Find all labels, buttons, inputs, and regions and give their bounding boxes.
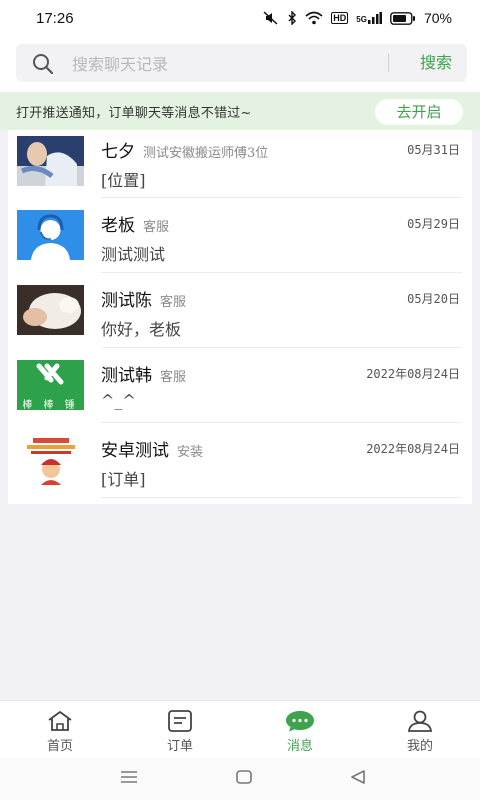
conversation-item[interactable]: 测试陈 客服 05月20日 你好，老板 (8, 273, 472, 348)
conversation-item[interactable]: 棒 棒 锤 测试韩 客服 2022年08月24日 ^_^ (8, 348, 472, 423)
avatar (17, 210, 84, 260)
status-icons: HD 5G 70% (263, 10, 452, 26)
hd-icon: HD (331, 12, 349, 24)
divider (101, 497, 462, 498)
conversation-message: [订单] (101, 470, 146, 489)
conversation-tag: 测试安徽搬运师傅3位 (143, 146, 269, 161)
nav-messages-label: 消息 (286, 739, 313, 754)
conversation-time: 2022年08月24日 (366, 367, 460, 381)
conversation-list: 七夕 测试安徽搬运师傅3位 05月31日 [位置] 老板 客服 05月29日 测试测… (8, 130, 472, 504)
conversation-name-text: 安卓测试 (101, 441, 169, 461)
conversation-name: 安卓测试 安装 (101, 436, 203, 461)
conversation-name-text: 测试陈 (101, 291, 152, 311)
search-icon (32, 53, 54, 79)
conversation-time: 2022年08月24日 (366, 442, 460, 456)
search-box: 搜索 (16, 44, 467, 82)
conversation-time: 05月20日 (407, 292, 460, 306)
mute-icon (263, 11, 279, 25)
avatar: 棒 棒 锤 (17, 360, 84, 410)
logo-text: 棒 棒 锤 (22, 400, 79, 410)
conversation-name: 七夕 测试安徽搬运师傅3位 (101, 137, 268, 162)
conversation-name: 老板 客服 (101, 211, 169, 236)
avatar (17, 435, 84, 485)
nav-orders[interactable]: 订单 (120, 701, 240, 759)
nav-home[interactable]: 首页 (0, 701, 120, 759)
profile-icon (407, 710, 433, 732)
search-button[interactable]: 搜索 (406, 44, 466, 82)
back-icon[interactable] (350, 770, 366, 784)
chat-icon (286, 711, 314, 732)
avatar (17, 136, 84, 186)
system-navigation-bar (0, 758, 480, 800)
nav-profile-label: 我的 (406, 739, 433, 754)
conversation-name-text: 七夕 (101, 142, 135, 162)
conversation-name-text: 测试韩 (101, 366, 152, 386)
signal-label: 5G (356, 15, 367, 24)
conversation-name: 测试陈 客服 (101, 286, 186, 311)
conversation-name: 测试韩 客服 (101, 361, 186, 386)
search-divider (388, 54, 389, 72)
push-notice-text: 打开推送通知，订单聊天等消息不错过~ (16, 106, 252, 121)
conversation-time: 05月31日 (407, 143, 460, 157)
conversation-tag: 安装 (177, 445, 204, 460)
battery-icon (390, 11, 416, 25)
nav-profile[interactable]: 我的 (360, 701, 480, 759)
conversation-item[interactable]: 老板 客服 05月29日 测试测试 (8, 198, 472, 273)
nav-orders-label: 订单 (166, 739, 193, 754)
battery-percent: 70% (423, 10, 452, 26)
conversation-name-text: 老板 (101, 216, 135, 236)
conversation-message: 测试测试 (101, 245, 166, 264)
nav-messages[interactable]: 消息 (240, 701, 360, 759)
bottom-nav: 首页 订单 消息 我的 (0, 700, 480, 759)
conversation-item[interactable]: 安卓测试 安装 2022年08月24日 [订单] (8, 423, 472, 498)
conversation-tag: 客服 (143, 220, 170, 235)
bluetooth-icon (287, 11, 297, 25)
home-square-icon[interactable] (236, 770, 252, 784)
search-input[interactable] (70, 48, 364, 80)
nav-home-label: 首页 (46, 739, 73, 754)
conversation-message: [位置] (101, 171, 146, 190)
order-icon (168, 710, 192, 732)
home-icon (48, 711, 72, 731)
menu-icon[interactable] (120, 770, 138, 784)
conversation-tag: 客服 (160, 295, 187, 310)
avatar (17, 285, 84, 335)
search-area: 搜索 (0, 40, 480, 92)
conversation-message: 你好，老板 (101, 320, 182, 339)
conversation-item[interactable]: 七夕 测试安徽搬运师傅3位 05月31日 [位置] (8, 130, 472, 205)
status-time: 17:26 (36, 10, 74, 27)
push-notice-banner: 打开推送通知，订单聊天等消息不错过~ 去开启 (0, 92, 480, 130)
status-bar: 17:26 HD 5G 70% (0, 0, 480, 40)
signal-icon: 5G (356, 12, 382, 24)
conversation-tag: 客服 (160, 370, 187, 385)
conversation-time: 05月29日 (407, 217, 460, 231)
conversation-message: ^_^ (101, 391, 136, 410)
wifi-icon (305, 11, 323, 25)
logo-icon (36, 363, 64, 385)
enable-notifications-button[interactable]: 去开启 (375, 99, 463, 125)
